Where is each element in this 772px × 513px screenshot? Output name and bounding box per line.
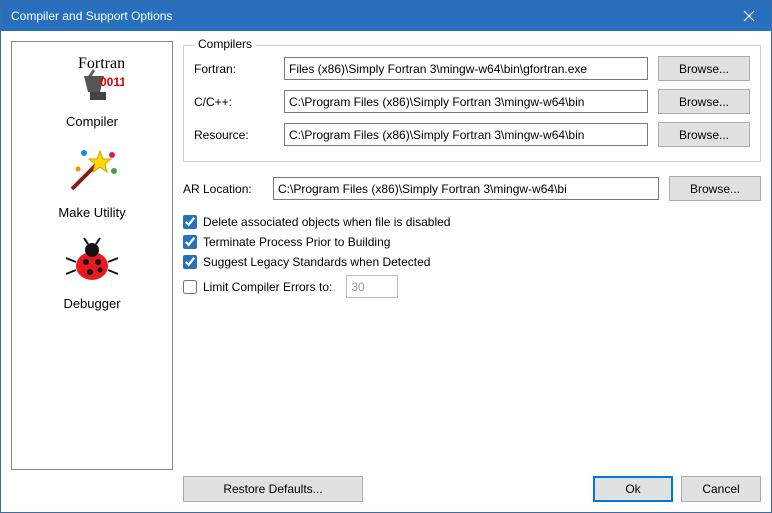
sidebar-item-debugger[interactable]: Debugger xyxy=(12,232,172,323)
footer: Restore Defaults... Ok Cancel xyxy=(1,470,771,512)
close-icon[interactable] xyxy=(726,1,771,31)
fortran-input[interactable] xyxy=(284,57,648,80)
ar-input[interactable] xyxy=(273,177,659,200)
svg-text:0011: 0011 xyxy=(100,75,124,89)
fortran-browse-button[interactable]: Browse... xyxy=(658,56,750,81)
sidebar-item-label: Debugger xyxy=(12,296,172,311)
limit-errors-input[interactable] xyxy=(346,275,398,298)
checks-area: Delete associated objects when file is d… xyxy=(183,215,761,304)
group-legend: Compilers xyxy=(194,37,256,51)
compilers-group: Compilers Fortran: Browse... C/C++: Brow… xyxy=(183,45,761,162)
main-panel: Compilers Fortran: Browse... C/C++: Brow… xyxy=(183,41,761,470)
legacy-checkbox[interactable] xyxy=(183,255,197,269)
fortran-row: Fortran: Browse... xyxy=(194,56,750,81)
ar-browse-button[interactable]: Browse... xyxy=(669,176,761,201)
ok-button[interactable]: Ok xyxy=(593,476,673,502)
sidebar: Fortran 0011 Compiler Make Utilit xyxy=(11,41,173,470)
terminate-checkbox[interactable] xyxy=(183,235,197,249)
delete-objects-label: Delete associated objects when file is d… xyxy=(203,215,450,229)
cpp-browse-button[interactable]: Browse... xyxy=(658,89,750,114)
cpp-row: C/C++: Browse... xyxy=(194,89,750,114)
bug-icon xyxy=(60,236,124,292)
restore-defaults-button[interactable]: Restore Defaults... xyxy=(183,476,363,502)
ar-row: AR Location: Browse... xyxy=(183,176,761,201)
resource-browse-button[interactable]: Browse... xyxy=(658,122,750,147)
sidebar-item-make-utility[interactable]: Make Utility xyxy=(12,141,172,232)
delete-objects-checkbox[interactable] xyxy=(183,215,197,229)
magic-wand-icon xyxy=(60,145,124,201)
window-title: Compiler and Support Options xyxy=(11,9,726,23)
terminate-label: Terminate Process Prior to Building xyxy=(203,235,390,249)
fortran-label: Fortran: xyxy=(194,62,284,76)
cpp-label: C/C++: xyxy=(194,95,284,109)
resource-row: Resource: Browse... xyxy=(194,122,750,147)
cpp-input[interactable] xyxy=(284,90,648,113)
resource-input[interactable] xyxy=(284,123,648,146)
limit-errors-checkbox[interactable] xyxy=(183,280,197,294)
sidebar-item-compiler[interactable]: Fortran 0011 Compiler xyxy=(12,50,172,141)
svg-text:Fortran: Fortran xyxy=(78,55,124,72)
legacy-label: Suggest Legacy Standards when Detected xyxy=(203,255,430,269)
cancel-button[interactable]: Cancel xyxy=(681,476,761,502)
dialog-window: Compiler and Support Options Fortran 001… xyxy=(0,0,772,513)
fortran-icon: Fortran 0011 xyxy=(60,54,124,110)
resource-label: Resource: xyxy=(194,128,284,142)
limit-errors-label: Limit Compiler Errors to: xyxy=(203,280,332,294)
titlebar: Compiler and Support Options xyxy=(1,1,771,31)
sidebar-item-label: Make Utility xyxy=(12,205,172,220)
ar-label: AR Location: xyxy=(183,182,273,196)
sidebar-item-label: Compiler xyxy=(12,114,172,129)
